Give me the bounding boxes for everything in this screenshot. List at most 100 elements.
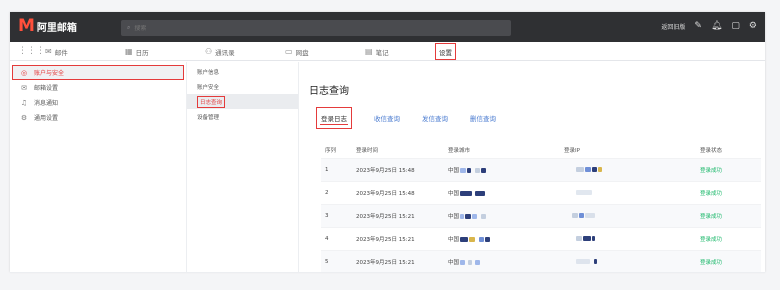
redacted-city bbox=[460, 214, 465, 219]
gear-icon[interactable]: ⚙ bbox=[749, 21, 757, 31]
login-log-table: 序列 登录时间 登录城市 登录IP 登录状态 1 2023年9月25日 15:4… bbox=[321, 142, 761, 273]
compose-icon[interactable]: ✎ bbox=[694, 21, 702, 31]
row-ip bbox=[564, 190, 700, 196]
redacted-city bbox=[465, 214, 472, 219]
row-time: 2023年9月25日 15:21 bbox=[356, 237, 415, 243]
row-city: 中国 bbox=[448, 166, 564, 174]
redacted-ip bbox=[592, 167, 597, 172]
redacted-city bbox=[460, 168, 467, 173]
redacted-ip bbox=[576, 259, 590, 264]
notification-icon: ♫ bbox=[20, 98, 28, 107]
table-header: 序列 登录时间 登录城市 登录IP 登录状态 bbox=[321, 142, 761, 158]
redacted-ip bbox=[579, 213, 584, 218]
sidebar-item-account-security[interactable]: ◎ 账户与安全 bbox=[12, 65, 184, 80]
redacted-city bbox=[481, 214, 487, 219]
redacted-city bbox=[468, 260, 473, 265]
column-header-time: 登录时间 bbox=[356, 148, 379, 154]
tab-sent-query[interactable]: 发信查询 bbox=[422, 113, 448, 123]
redacted-ip bbox=[576, 167, 584, 172]
redacted-city bbox=[479, 237, 485, 242]
module-nav: ⋮⋮⋮ ✉ 邮件 ▦ 日历 ⚇ 通讯录 ▭ 网盘 ▤ 笔记 设置 bbox=[10, 42, 765, 61]
drive-icon: ▭ bbox=[285, 47, 293, 56]
redacted-city bbox=[481, 168, 487, 173]
row-city: 中国 bbox=[448, 235, 564, 243]
redacted-city bbox=[469, 237, 476, 242]
tab-calendar[interactable]: ▦ 日历 bbox=[125, 45, 149, 58]
row-ip bbox=[564, 167, 700, 173]
city-text: 中国 bbox=[448, 214, 460, 220]
column-header-ip: 登录IP bbox=[564, 148, 580, 154]
subnav-label: 账户信息 bbox=[197, 69, 220, 76]
account-subnav: 账户信息 账户安全 日志查询 设备管理 bbox=[187, 62, 299, 272]
tab-received-query[interactable]: 收信查询 bbox=[374, 113, 400, 123]
tab-label: 设置 bbox=[439, 48, 452, 57]
row-ip bbox=[564, 259, 700, 265]
search-icon: ⌕ bbox=[127, 24, 131, 31]
row-time: 2023年9月25日 15:21 bbox=[356, 260, 415, 266]
row-index: 2 bbox=[325, 190, 329, 196]
sidebar-item-general-settings[interactable]: ⚙ 通用设置 bbox=[10, 110, 186, 125]
redacted-city bbox=[467, 168, 472, 173]
apps-grid-icon[interactable]: ⋮⋮⋮ bbox=[18, 46, 45, 56]
city-text: 中国 bbox=[448, 191, 460, 197]
log-query-panel: 日志查询 登录日志 收信查询 发信查询 删信查询 序列 登录时间 登录城市 登录… bbox=[299, 62, 765, 273]
tab-contacts[interactable]: ⚇ 通讯录 bbox=[205, 45, 235, 58]
tab-label: 日历 bbox=[135, 48, 149, 57]
app-logo[interactable]: M 阿里邮箱 bbox=[18, 18, 77, 35]
redacted-city bbox=[475, 168, 481, 173]
logo-text: 阿里邮箱 bbox=[36, 23, 77, 34]
redacted-ip bbox=[592, 236, 595, 241]
redacted-ip bbox=[572, 213, 578, 218]
table-row: 3 2023年9月25日 15:21 中国 登录成功 bbox=[321, 204, 761, 227]
sidebar-item-label: 邮箱设置 bbox=[34, 85, 59, 92]
tab-deleted-query[interactable]: 删信查询 bbox=[470, 113, 496, 123]
tab-mail[interactable]: ✉ 邮件 bbox=[45, 45, 68, 58]
bell-icon[interactable]: 🔔︎ bbox=[711, 21, 722, 31]
search-box[interactable]: ⌕ bbox=[121, 20, 511, 36]
old-version-link[interactable]: 返回旧版 bbox=[661, 22, 685, 31]
row-index: 1 bbox=[325, 167, 329, 173]
row-status: 登录成功 bbox=[700, 214, 723, 220]
mail-settings-window: M 阿里邮箱 ⌕ 返回旧版 ✎ 🔔︎ ▢ ⚙ ⋮⋮⋮ ✉ 邮件 ▦ 日历 ⚇ 通… bbox=[10, 12, 765, 273]
tab-notes[interactable]: ▤ 笔记 bbox=[365, 45, 389, 58]
table-row: 5 2023年9月25日 15:21 中国 登录成功 bbox=[321, 250, 761, 273]
sidebar-item-mailbox-settings[interactable]: ✉ 邮箱设置 bbox=[10, 80, 186, 95]
mail-icon: ✉ bbox=[45, 47, 52, 56]
sidebar-item-label: 消息通知 bbox=[34, 100, 59, 107]
city-text: 中国 bbox=[448, 260, 460, 266]
tab-drive[interactable]: ▭ 网盘 bbox=[285, 45, 309, 58]
row-status: 登录成功 bbox=[700, 191, 723, 197]
tab-login-log[interactable]: 登录日志 bbox=[316, 107, 352, 129]
row-ip bbox=[564, 213, 700, 219]
row-time: 2023年9月25日 15:21 bbox=[356, 214, 415, 220]
logo-mark: M bbox=[18, 16, 35, 36]
tab-settings[interactable]: 设置 bbox=[435, 43, 456, 60]
tab-label: 笔记 bbox=[375, 48, 389, 57]
search-input[interactable] bbox=[134, 24, 255, 32]
redacted-city bbox=[485, 237, 491, 242]
row-status: 登录成功 bbox=[700, 260, 723, 266]
subnav-item-account-info[interactable]: 账户信息 bbox=[187, 64, 298, 79]
notes-icon: ▤ bbox=[365, 47, 373, 56]
redacted-ip bbox=[576, 190, 592, 195]
row-time: 2023年9月25日 15:48 bbox=[356, 191, 415, 197]
column-header-city: 登录城市 bbox=[448, 148, 471, 154]
subnav-item-log-query[interactable]: 日志查询 bbox=[187, 94, 298, 109]
table-row: 1 2023年9月25日 15:48 中国 登录成功 bbox=[321, 158, 761, 181]
settings-sidebar: ◎ 账户与安全 ✉ 邮箱设置 ♫ 消息通知 ⚙ 通用设置 bbox=[10, 62, 187, 272]
sidebar-item-notifications[interactable]: ♫ 消息通知 bbox=[10, 95, 186, 110]
tab-label: 网盘 bbox=[295, 48, 309, 57]
subnav-item-account-security[interactable]: 账户安全 bbox=[187, 79, 298, 94]
row-city: 中国 bbox=[448, 189, 564, 197]
redacted-city bbox=[460, 191, 473, 196]
sidebar-item-label: 账户与安全 bbox=[34, 70, 65, 77]
subnav-item-device-management[interactable]: 设备管理 bbox=[187, 109, 298, 124]
mailbox-icon: ✉ bbox=[21, 83, 27, 92]
table-row: 4 2023年9月25日 15:21 中国 登录成功 bbox=[321, 227, 761, 250]
page-title: 日志查询 bbox=[309, 86, 349, 97]
column-header-status: 登录状态 bbox=[700, 148, 723, 154]
top-bar: M 阿里邮箱 ⌕ 返回旧版 ✎ 🔔︎ ▢ ⚙ bbox=[10, 12, 765, 42]
tab-label: 通讯录 bbox=[215, 48, 235, 57]
chat-icon[interactable]: ▢ bbox=[731, 21, 740, 31]
redacted-ip bbox=[585, 213, 595, 218]
